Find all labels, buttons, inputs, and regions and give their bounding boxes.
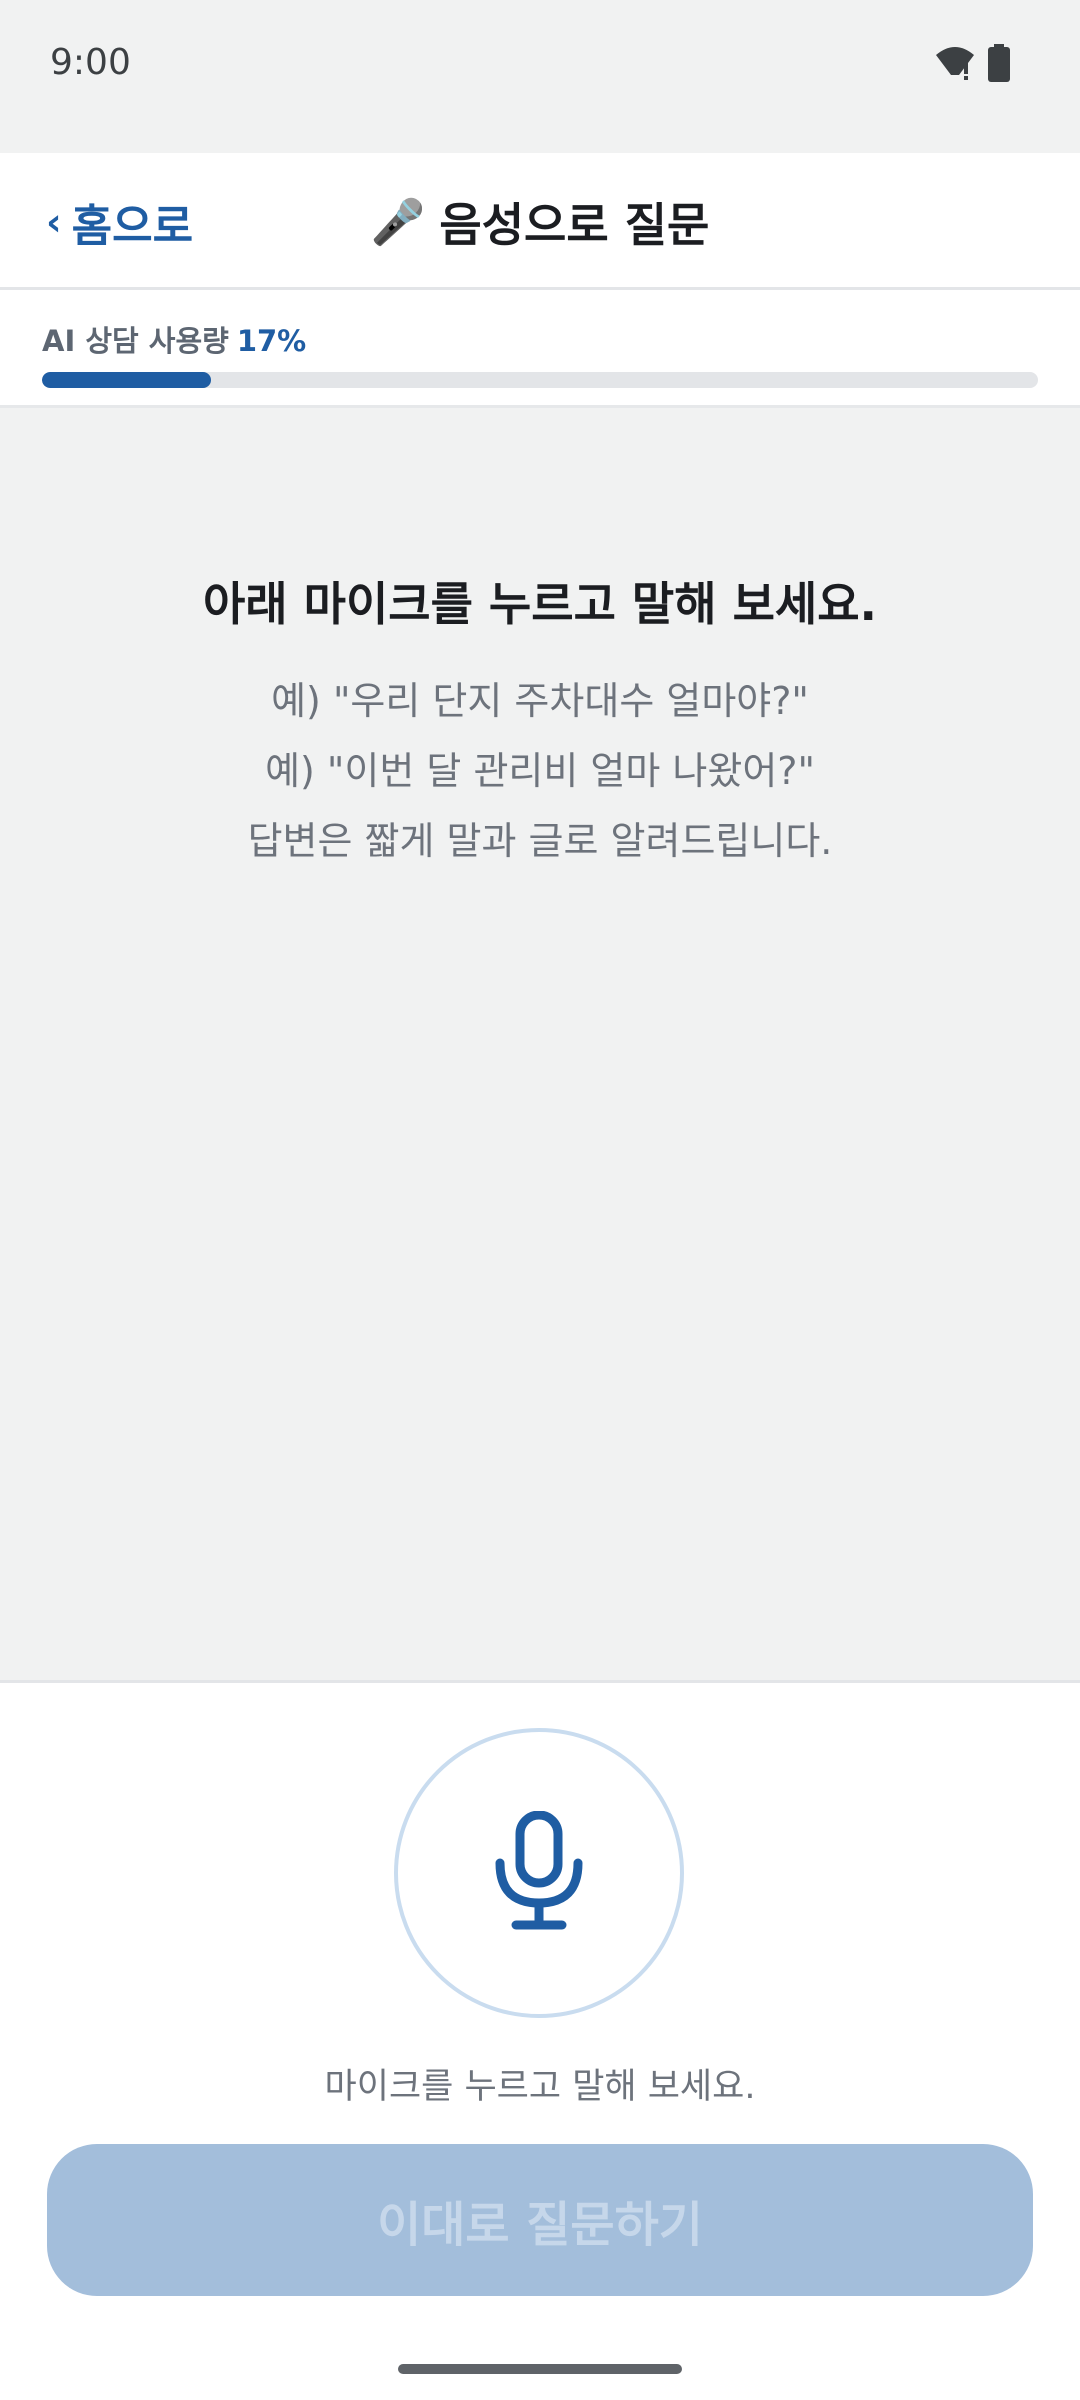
prompt-title: 아래 마이크를 누르고 말해 보세요. [202,577,877,631]
submit-question-button[interactable]: 이대로 질문하기 [47,2144,1033,2296]
app-header: ‹ 홈으로 🎤 음성으로 질문 [0,153,1080,290]
usage-percent: 17% [236,324,307,358]
example-question-1: 예) "우리 단지 주차대수 얼마야?" [271,679,809,723]
main-content: 아래 마이크를 누르고 말해 보세요. 예) "우리 단지 주차대수 얼마야?"… [0,408,1080,1680]
microphone-icon [494,1810,584,1935]
screen: 9:00 ‹ 홈으로 🎤 음성으로 질문 AI 상담 사용량 17% 아래 마이… [0,0,1080,2400]
mic-hint-text: 마이크를 누르고 말해 보세요. [324,2067,756,2107]
microphone-emoji-icon: 🎤 [370,196,426,248]
usage-meter: AI 상담 사용량 17% [0,290,1080,408]
answer-info-text: 답변은 짧게 말과 글로 알려드립니다. [247,819,833,863]
usage-label: AI 상담 사용량 [42,324,229,358]
status-bar: 9:00 [0,0,1080,153]
microphone-button[interactable] [394,1728,684,2018]
home-indicator[interactable] [398,2364,682,2374]
usage-progress-track [42,372,1038,388]
voice-input-panel: 마이크를 누르고 말해 보세요. 이대로 질문하기 [0,1680,1080,2400]
usage-label-row: AI 상담 사용량 17% [42,318,306,360]
chevron-left-icon: ‹ [46,199,62,244]
wifi-alert-icon [934,45,976,85]
back-to-home-button[interactable]: ‹ 홈으로 [46,153,193,290]
status-icons [934,44,1010,86]
status-time: 9:00 [50,42,131,83]
page-title: 음성으로 질문 [439,197,710,252]
usage-progress-fill [42,372,212,388]
back-label: 홈으로 [71,200,194,252]
battery-icon [988,44,1010,86]
example-question-2: 예) "이번 달 관리비 얼마 나왔어?" [265,749,815,793]
